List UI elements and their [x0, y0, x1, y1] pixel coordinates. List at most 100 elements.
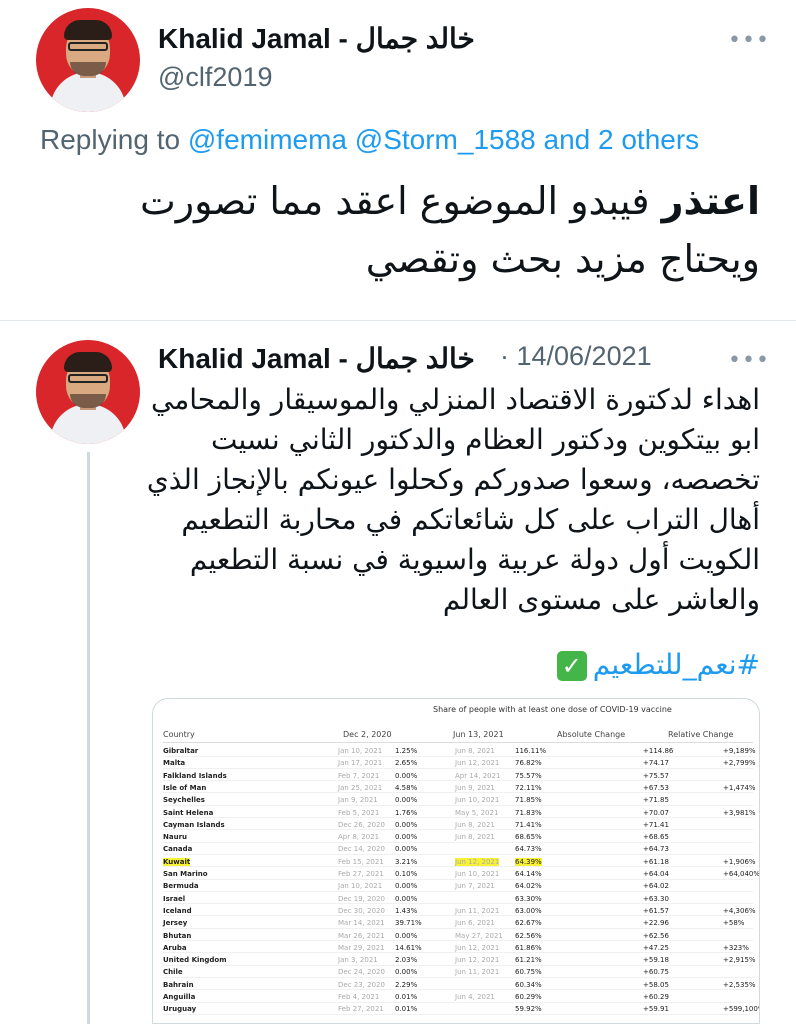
- table-cell-c: Anguilla: [163, 993, 196, 1001]
- table-cell-d1: Feb 27, 2021: [338, 870, 384, 878]
- hashtag-text[interactable]: #نعم_للتطعيم: [593, 648, 760, 681]
- table-cell-d1: Mar 29, 2021: [338, 943, 385, 952]
- table-cell-v2: 64.39%: [515, 857, 542, 866]
- table-row: United Kingdom Jan 3, 2021 2.03% Jun 12, 20…: [163, 955, 756, 966]
- table-cell-c: Bermuda: [163, 882, 199, 891]
- table-cell-c: Saint Helena: [163, 808, 214, 817]
- table-cell-ab: +70.07: [643, 808, 669, 817]
- table-cell-v2: 75.57%: [515, 771, 542, 780]
- table-cell-v2: 116.11%: [515, 747, 547, 755]
- table-cell-c: Nauru: [163, 833, 188, 842]
- table-cell-c: Cayman Islands: [163, 820, 225, 829]
- col-header-start: Dec 2, 2020: [343, 730, 392, 739]
- table-row: Bhutan Mar 26, 2021 0.00% May 27, 2021 62.56…: [163, 931, 753, 942]
- table-cell-d1: Mar 14, 2021: [338, 919, 385, 928]
- table-cell-d1: Jan 10, 2021: [338, 882, 383, 891]
- table-cell-rc: +64,040%: [723, 870, 760, 878]
- thread-line: [87, 452, 90, 1024]
- author-name[interactable]: Khalid Jamal - خالد جمال: [158, 22, 475, 55]
- table-cell-d2: Jun 10, 2021: [455, 870, 500, 878]
- avatar[interactable]: [36, 8, 140, 112]
- table-cell-v1: 0.01%: [395, 993, 418, 1001]
- table-cell-ab: +71.41: [643, 820, 669, 829]
- tweet-date[interactable]: · 14/06/2021: [500, 341, 652, 372]
- table-cell-v1: 0.10%: [395, 870, 418, 878]
- table-cell-v2: 60.75%: [515, 968, 542, 977]
- table-cell-v1: 14.61%: [395, 943, 422, 952]
- table-cell-d2: Jun 12, 2021: [455, 857, 500, 866]
- table-cell-ab: +60.75: [643, 968, 669, 977]
- table-cell-c: Falkland Islands: [163, 771, 227, 780]
- table-cell-ab: +59.18: [643, 956, 669, 965]
- table-cell-c: Canada: [163, 845, 193, 854]
- table-cell-d2: Apr 14, 2021: [455, 771, 501, 780]
- table-cell-ab: +22.96: [643, 919, 669, 928]
- table-cell-v2: 64.14%: [515, 870, 542, 878]
- table-cell-rc: +2,915%: [723, 956, 756, 965]
- table-cell-d2: Jun 7, 2021: [455, 882, 495, 891]
- table-cell-v2: 71.85%: [515, 796, 542, 805]
- table-cell-c: Malta: [163, 759, 186, 768]
- table-row: Bermuda Jan 10, 2021 0.00% Jun 7, 2021 64.02…: [163, 881, 753, 892]
- author-handle[interactable]: @clf2019: [158, 62, 272, 93]
- table-title: Share of people with at least one dose o…: [433, 705, 672, 714]
- table-cell-ab: +60.29: [643, 993, 669, 1001]
- table-cell-ab: +47.25: [643, 943, 669, 952]
- table-cell-c: Bahrain: [163, 980, 194, 989]
- table-cell-d2: Jun 11, 2021: [455, 906, 500, 915]
- table-cell-rc: +4,306%: [723, 906, 756, 915]
- table-cell-v1: 4.58%: [395, 783, 418, 792]
- table-cell-c: Seychelles: [163, 796, 205, 805]
- author-name[interactable]: Khalid Jamal - خالد جمال: [158, 342, 475, 375]
- table-row: Jersey Mar 14, 2021 39.71% Jun 6, 2021 62.67…: [163, 918, 753, 929]
- col-header-country: Country: [163, 730, 195, 739]
- table-cell-v2: 59.92%: [515, 1005, 542, 1014]
- tweet-text: اهداء لدكتورة الاقتصاد المنزلي والموسيقا…: [146, 383, 760, 616]
- more-options-icon[interactable]: •••: [728, 28, 770, 53]
- table-cell-v1: 0.00%: [395, 833, 418, 842]
- table-cell-v2: 64.73%: [515, 845, 542, 854]
- table-cell-d1: Dec 30, 2020: [338, 906, 385, 915]
- table-row: Anguilla Feb 4, 2021 0.01% Jun 4, 2021 60.29…: [163, 992, 753, 1003]
- avatar[interactable]: [36, 340, 140, 444]
- table-cell-v1: 1.76%: [395, 808, 418, 817]
- tweet-text-bold: اعتذر: [661, 179, 760, 223]
- attached-image[interactable]: Share of people with at least one dose o…: [152, 698, 760, 1024]
- table-cell-d2: Jun 11, 2021: [455, 968, 500, 977]
- table-cell-v1: 0.00%: [395, 845, 418, 854]
- table-cell-v2: 60.34%: [515, 980, 542, 989]
- table-cell-v2: 60.29%: [515, 993, 542, 1001]
- table-row: Malta Jan 17, 2021 2.65% Jun 12, 2021 76.82%…: [163, 758, 756, 769]
- replying-to-links[interactable]: @femimema @Storm_1588 and 2 others: [188, 124, 699, 155]
- table-cell-v2: 62.56%: [515, 931, 542, 940]
- table-cell-d2: Jun 10, 2021: [455, 796, 500, 805]
- table-cell-rc: +2,535%: [723, 980, 756, 989]
- table-row: Nauru Apr 8, 2021 0.00% Jun 8, 2021 68.65% +6…: [163, 832, 753, 843]
- hashtag-link[interactable]: #نعم_للتطعيم✓: [556, 648, 760, 681]
- table-cell-v2: 63.30%: [515, 894, 542, 903]
- table-cell-d2: Jun 12, 2021: [455, 759, 500, 768]
- replying-prefix: Replying to: [40, 124, 181, 155]
- table-cell-rc: +9,189%: [723, 747, 756, 755]
- table-cell-v2: 76.82%: [515, 759, 542, 768]
- tweet-text: اعتذر فيبدو الموضوع اعقد مما تصورت ويحتا…: [60, 172, 760, 288]
- table-cell-d2: Jun 9, 2021: [455, 783, 495, 792]
- table-cell-c: Gibraltar: [163, 747, 199, 755]
- table-cell-d1: Feb 5, 2021: [338, 808, 380, 817]
- table-cell-c: San Marino: [163, 870, 208, 878]
- more-options-icon[interactable]: •••: [728, 348, 770, 373]
- table-cell-c: Jersey: [163, 919, 188, 928]
- table-row: Canada Dec 14, 2020 0.00% 64.73% +64.73: [163, 844, 753, 855]
- table-cell-rc: +1,474%: [723, 783, 756, 792]
- table-cell-ab: +61.18: [643, 857, 669, 866]
- table-cell-v2: 72.11%: [515, 783, 542, 792]
- table-cell-c: Iceland: [163, 906, 192, 915]
- table-cell-c: Israel: [163, 894, 186, 903]
- table-cell-rc: +58%: [723, 919, 745, 928]
- table-cell-d1: Feb 15, 2021: [338, 857, 384, 866]
- table-cell-v2: 71.41%: [515, 820, 542, 829]
- table-cell-ab: +62.56: [643, 931, 669, 940]
- table-cell-v2: 68.65%: [515, 833, 542, 842]
- table-row: Cayman Islands Dec 26, 2020 0.00% Jun 8, 20…: [163, 820, 753, 831]
- table-cell-rc: +3,981%: [723, 808, 756, 817]
